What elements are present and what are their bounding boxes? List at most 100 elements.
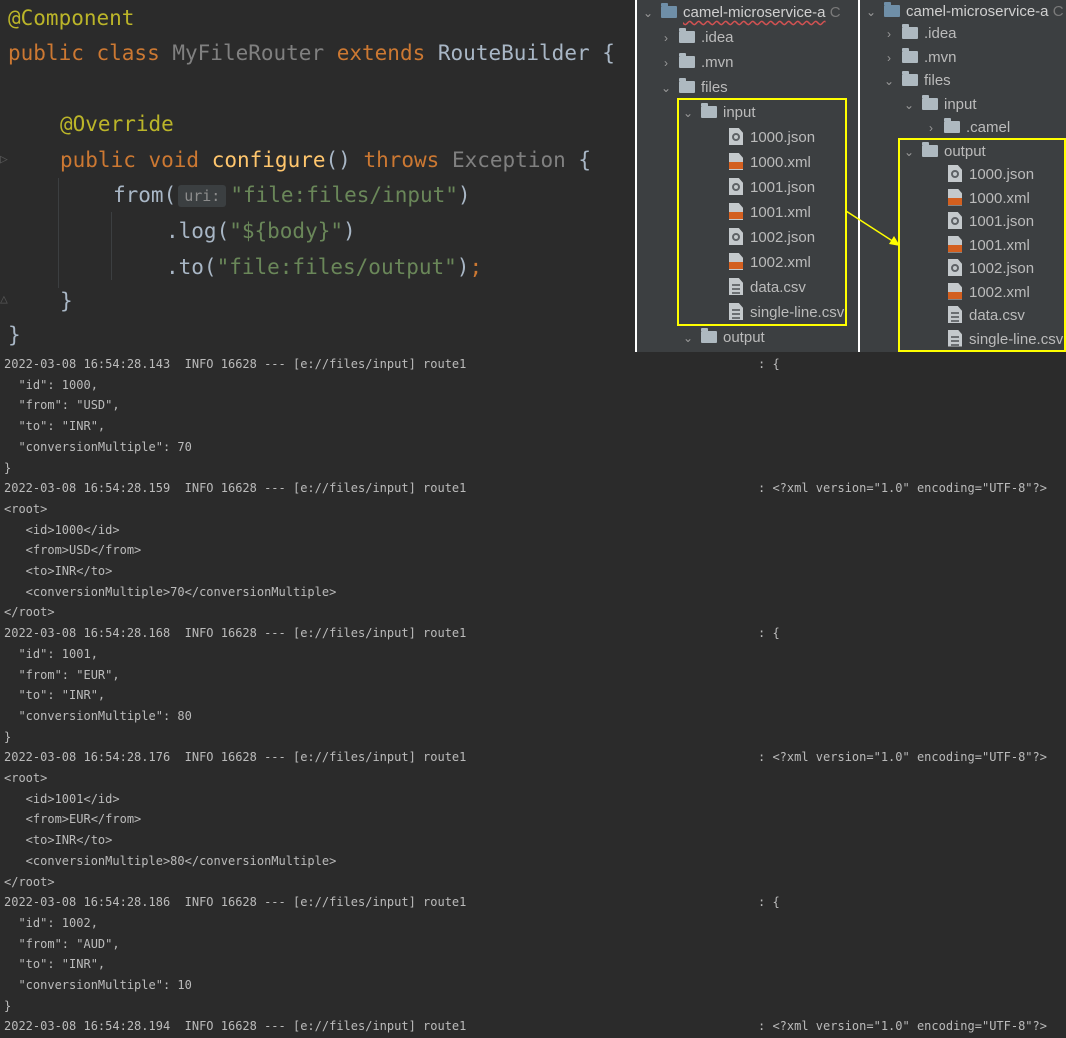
chevron-right-icon[interactable]: › [659,51,673,75]
tree-item-files[interactable]: ⌄ files [882,69,951,93]
tree-item-output[interactable]: ⌄ output [681,326,765,350]
log-body-line: <id>1001</id> [4,791,120,806]
log-line-header: 2022-03-08 16:54:28.143 INFO 16628 --- [… [4,357,467,371]
code-line-2: public class MyFileRouter extends RouteB… [8,38,615,68]
semicolon: ; [469,255,483,279]
brace: } [8,323,21,347]
log-body-line: <from>EUR</from> [4,812,142,827]
log-body-line: </root> [4,874,55,889]
project-name: camel-microservice-a [906,3,1049,20]
chevron-down-icon[interactable]: ⌄ [902,93,916,117]
chevron-down-icon[interactable]: ⌄ [864,0,878,24]
tree-item-input[interactable]: ⌄ input [902,93,977,117]
tree-project-root[interactable]: ⌄ camel-microservice-a C [641,1,841,25]
code-line-6: from(uri: "file:files/input") [113,180,471,210]
code-line-10: } [8,320,21,350]
log-line-header: 2022-03-08 16:54:28.194 INFO 16628 --- [… [4,1019,467,1034]
log-body-line: <conversionMultiple>80</conversionMultip… [4,853,337,868]
folder-icon [922,95,938,110]
tree-item-camel[interactable]: › .camel [924,116,1010,140]
project-tree-before: ⌄ camel-microservice-a C › .idea › .mvn ⌄ fi… [637,0,858,352]
string-literal: "file:files/output" [216,255,457,279]
log-body-line: } [4,998,12,1013]
chevron-down-icon[interactable]: ⌄ [641,1,655,25]
indent-guide [58,178,59,288]
paren: ) [457,183,471,207]
log-body-line: } [4,729,12,744]
fold-icon[interactable]: ▷ [0,152,8,167]
string-literal: "${body}" [229,219,344,243]
truncated-label: C [1052,3,1064,20]
highlight-box-output [898,138,1066,352]
log-line-header: 2022-03-08 16:54:28.168 INFO 16628 --- [… [4,626,467,641]
chevron-down-icon[interactable]: ⌄ [882,69,896,93]
log-body-line: <from>USD</from> [4,543,142,558]
folder-label: output [723,329,765,346]
keyword: extends [324,41,438,65]
log-body-line: "id": 1001, [4,646,98,661]
log-body-line: "conversionMultiple": 80 [4,708,192,723]
chevron-down-icon[interactable]: ⌄ [659,76,673,100]
annotation-component: @Component [8,6,135,30]
log-line-message: : { [758,357,780,371]
log-line-message: : { [758,626,780,641]
log-body-line: <to>INR</to> [4,833,113,848]
log-body-line: <to>INR</to> [4,564,113,578]
code-line-4: @Override [60,109,174,139]
method-name: configure [211,148,326,172]
folder-label: .idea [924,25,957,42]
folder-label: input [944,96,977,113]
log-call: .log( [166,219,230,243]
code-line-8: .to("file:files/output"); [166,252,482,282]
folder-icon [679,78,695,93]
log-body-line: <conversionMultiple>70</conversionMultip… [4,584,337,599]
log-body-line: </root> [4,605,55,620]
highlight-box-input [677,98,847,326]
log-body-line: "to": "INR", [4,419,106,434]
code-line-1: @Component [8,3,134,33]
chevron-right-icon[interactable]: › [924,116,938,140]
chevron-right-icon[interactable]: › [659,26,673,50]
tree-item-mvn[interactable]: › .mvn [659,51,734,75]
chevron-down-icon[interactable]: ⌄ [681,326,695,350]
exception-type: Exception [451,148,566,172]
log-body-line: <root> [4,501,48,516]
project-folder-icon [884,2,900,17]
code-line-9: } [60,286,73,316]
tree-item-idea[interactable]: › .idea [659,26,734,50]
chevron-right-icon[interactable]: › [882,46,896,70]
project-folder-icon [661,3,677,18]
tree-item-idea[interactable]: › .idea [882,22,957,46]
log-body-line: "to": "INR", [4,688,106,703]
log-body-line: "to": "INR", [4,957,106,972]
log-line-header: 2022-03-08 16:54:28.186 INFO 16628 --- [… [4,895,467,910]
base-class: RouteBuilder [437,41,590,65]
log-line-header: 2022-03-08 16:54:28.159 INFO 16628 --- [… [4,481,467,496]
code-editor[interactable]: ▷ △ @Component public class MyFileRouter… [0,0,635,352]
log-body-line: <id>1000</id> [4,522,120,537]
log-line-header: 2022-03-08 16:54:28.176 INFO 16628 --- [… [4,750,467,765]
connector-arrow [845,210,900,246]
folder-icon [944,118,960,133]
chevron-right-icon[interactable]: › [882,22,896,46]
keyword: public void [60,148,212,172]
folder-label: .idea [701,29,734,46]
connector-arrow-head [889,236,900,246]
folder-icon [902,71,918,86]
tree-item-files[interactable]: ⌄ files [659,76,728,100]
log-body-line: } [4,460,12,475]
log-body-line: "conversionMultiple": 70 [4,439,192,454]
log-body-line: "id": 1000, [4,377,98,392]
project-tree-after: ⌄ camel-microservice-a C › .idea › .mvn ⌄ fi… [860,0,1066,352]
parameter-hint: uri: [178,185,227,207]
folder-label: files [924,72,951,89]
truncated-label: C [829,4,841,21]
brace: } [60,289,73,313]
folder-label: .camel [966,119,1011,136]
folder-icon [679,53,695,68]
console-output[interactable]: 2022-03-08 16:54:28.143 INFO 16628 --- [… [0,352,1066,1038]
tree-item-mvn[interactable]: › .mvn [882,46,957,70]
fold-icon[interactable]: △ [0,292,8,307]
log-line-message: : <?xml version="1.0" encoding="UTF-8"?> [758,1019,1047,1034]
tree-project-root[interactable]: ⌄ camel-microservice-a C [864,0,1064,24]
